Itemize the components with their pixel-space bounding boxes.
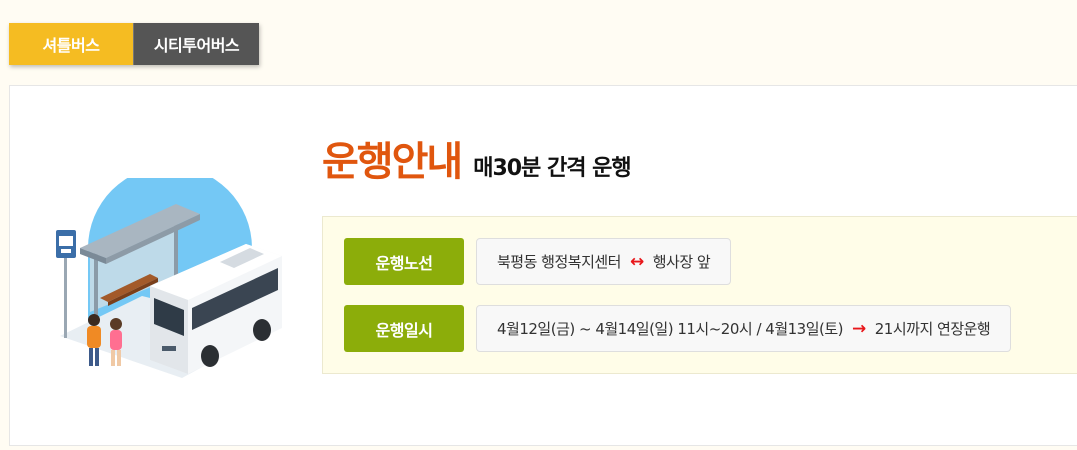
bus-stop-illustration: [56, 178, 282, 378]
schedule-label: 운행일시: [344, 305, 464, 352]
tab-bar: 셔틀버스 시티투어버스: [9, 23, 259, 65]
service-info-box: 운행노선 북평동 행정복지센터 ↔ 행사장 앞 운행일시 4월12일(금) ~ …: [322, 216, 1077, 374]
right-arrow-icon: →: [852, 318, 866, 339]
schedule-dates: 4월12일(금) ~ 4월14일(일) 11시~20시 / 4월13일(토): [497, 320, 844, 338]
schedule-value: 4월12일(금) ~ 4월14일(일) 11시~20시 / 4월13일(토) →…: [476, 305, 1012, 352]
route-row: 운행노선 북평동 행정복지센터 ↔ 행사장 앞: [344, 238, 732, 285]
double-arrow-icon: ↔: [629, 251, 644, 272]
service-heading: 운행안내 매30분 간격 운행: [322, 138, 632, 186]
tab-city-tour-bus[interactable]: 시티투어버스: [133, 23, 259, 65]
route-label: 운행노선: [344, 238, 464, 285]
schedule-extension: 21시까지 연장운행: [874, 320, 991, 338]
route-destination: 행사장 앞: [652, 253, 711, 271]
route-origin: 북평동 행정복지센터: [497, 253, 621, 271]
page-title: 운행안내: [322, 139, 463, 185]
route-value: 북평동 행정복지센터 ↔ 행사장 앞: [476, 238, 732, 285]
page-subtitle: 매30분 간격 운행: [473, 156, 631, 181]
schedule-row: 운행일시 4월12일(금) ~ 4월14일(일) 11시~20시 / 4월13일…: [344, 305, 1012, 352]
content-panel: 운행안내 매30분 간격 운행 운행노선 북평동 행정복지센터 ↔ 행사장 앞 …: [9, 85, 1077, 446]
tab-shuttle-bus[interactable]: 셔틀버스: [9, 23, 133, 65]
